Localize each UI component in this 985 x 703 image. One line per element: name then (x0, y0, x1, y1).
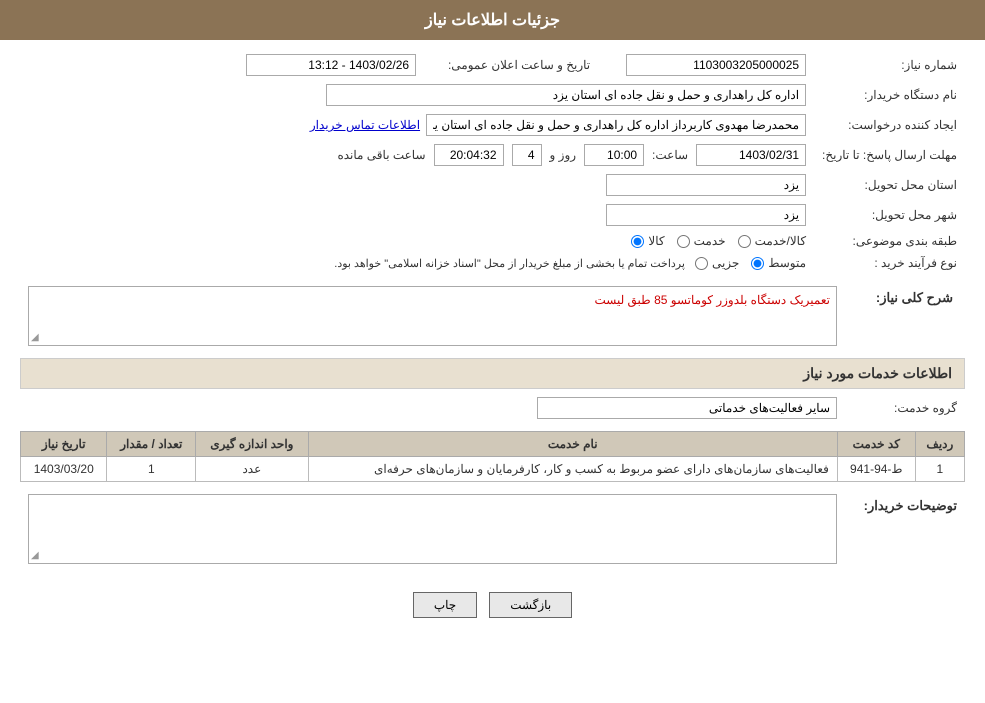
category-kala-khedmat-label: کالا/خدمت (755, 234, 806, 248)
category-radio-group: کالا/خدمت خدمت کالا (631, 234, 806, 248)
col-unit: واحد اندازه گیری (196, 432, 308, 457)
purchase-type-jozi-label: جزیی (712, 256, 739, 270)
purchase-type-option-motavasset[interactable]: متوسط (751, 256, 806, 270)
need-description-table: شرح کلی نیاز: تعمیریک دستگاه بلدوزر کوما… (20, 282, 965, 350)
buyer-org-input[interactable] (326, 84, 806, 106)
buyer-notes-table: توضیحات خریدار: ◢ (20, 490, 965, 568)
buyer-notes-box[interactable]: ◢ (28, 494, 837, 564)
info-table: شماره نیاز: تاریخ و ساعت اعلان عمومی: نا… (20, 50, 965, 274)
category-option-kala[interactable]: کالا (631, 234, 664, 248)
response-days-input[interactable] (512, 144, 542, 166)
delivery-province-input[interactable] (606, 174, 806, 196)
cell-need-date: 1403/03/20 (21, 457, 107, 482)
purchase-type-label: نوع فرآیند خرید : (814, 252, 965, 274)
cell-unit: عدد (196, 457, 308, 482)
cell-service-name: فعالیت‌های سازمان‌های دارای عضو مربوط به… (308, 457, 837, 482)
response-days-label: روز و (550, 148, 577, 162)
cell-service-code: ط-94-941 (837, 457, 915, 482)
col-quantity: تعداد / مقدار (107, 432, 196, 457)
service-group-table: گروه خدمت: (20, 393, 965, 423)
delivery-city-input[interactable] (606, 204, 806, 226)
category-option-kala-khedmat[interactable]: کالا/خدمت (738, 234, 806, 248)
purchase-type-radio-motavasset[interactable] (751, 257, 764, 270)
category-khedmat-label: خدمت (694, 234, 726, 248)
category-radio-kala-khedmat[interactable] (738, 235, 751, 248)
announce-datetime-input[interactable] (246, 54, 416, 76)
delivery-city-label: شهر محل تحویل: (814, 200, 965, 230)
category-kala-label: کالا (648, 234, 664, 248)
category-label: طبقه بندی موضوعی: (814, 230, 965, 252)
col-service-code: کد خدمت (837, 432, 915, 457)
services-section-header: اطلاعات خدمات مورد نیاز (20, 358, 965, 389)
cell-row: 1 (915, 457, 964, 482)
need-description-label: شرح کلی نیاز: (876, 290, 957, 305)
back-button[interactable]: بازگشت (489, 592, 572, 618)
col-need-date: تاریخ نیاز (21, 432, 107, 457)
response-time-input[interactable] (584, 144, 644, 166)
purchase-type-radio-group: متوسط جزیی (695, 256, 806, 270)
response-remaining-input[interactable] (434, 144, 504, 166)
response-deadline-label: مهلت ارسال پاسخ: تا تاریخ: (814, 140, 965, 170)
col-service-name: نام خدمت (308, 432, 837, 457)
button-bar: چاپ بازگشت (20, 576, 965, 634)
purchase-type-option-jozi[interactable]: جزیی (695, 256, 739, 270)
purchase-type-radio-jozi[interactable] (695, 257, 708, 270)
services-table: ردیف کد خدمت نام خدمت واحد اندازه گیری ت… (20, 431, 965, 482)
purchase-type-note: پرداخت تمام یا بخشی از مبلغ خریدار از مح… (334, 257, 685, 270)
contact-info-link[interactable]: اطلاعات تماس خریدار (310, 118, 420, 132)
need-description-section: شرح کلی نیاز: تعمیریک دستگاه بلدوزر کوما… (20, 282, 965, 350)
creator-input[interactable] (426, 114, 806, 136)
page-title: جزئیات اطلاعات نیاز (425, 12, 560, 29)
cell-quantity: 1 (107, 457, 196, 482)
purchase-type-motavasset-label: متوسط (768, 256, 806, 270)
response-date-input[interactable] (696, 144, 806, 166)
col-row: ردیف (915, 432, 964, 457)
buyer-notes-label: توضیحات خریدار: (864, 498, 957, 513)
need-description-text: تعمیریک دستگاه بلدوزر کوماتسو 85 طبق لیس… (594, 293, 830, 307)
buyer-org-label: نام دستگاه خریدار: (814, 80, 965, 110)
response-remaining-label: ساعت باقی مانده (337, 148, 425, 162)
response-time-label: ساعت: (652, 148, 688, 162)
need-description-box: تعمیریک دستگاه بلدوزر کوماتسو 85 طبق لیس… (28, 286, 837, 346)
service-group-label: گروه خدمت: (845, 393, 965, 423)
page-header: جزئیات اطلاعات نیاز (0, 0, 985, 40)
category-radio-khedmat[interactable] (677, 235, 690, 248)
print-button[interactable]: چاپ (413, 592, 477, 618)
announce-datetime-label: تاریخ و ساعت اعلان عمومی: (424, 50, 614, 80)
table-row: 1 ط-94-941 فعالیت‌های سازمان‌های دارای ع… (21, 457, 965, 482)
creator-label: ایجاد کننده درخواست: (814, 110, 965, 140)
category-radio-kala[interactable] (631, 235, 644, 248)
category-option-khedmat[interactable]: خدمت (677, 234, 726, 248)
delivery-province-label: استان محل تحویل: (814, 170, 965, 200)
service-group-input[interactable] (537, 397, 837, 419)
resize-handle: ◢ (31, 332, 39, 343)
resize-handle-notes: ◢ (31, 550, 39, 561)
need-number-label: شماره نیاز: (814, 50, 965, 80)
need-number-input[interactable] (626, 54, 806, 76)
